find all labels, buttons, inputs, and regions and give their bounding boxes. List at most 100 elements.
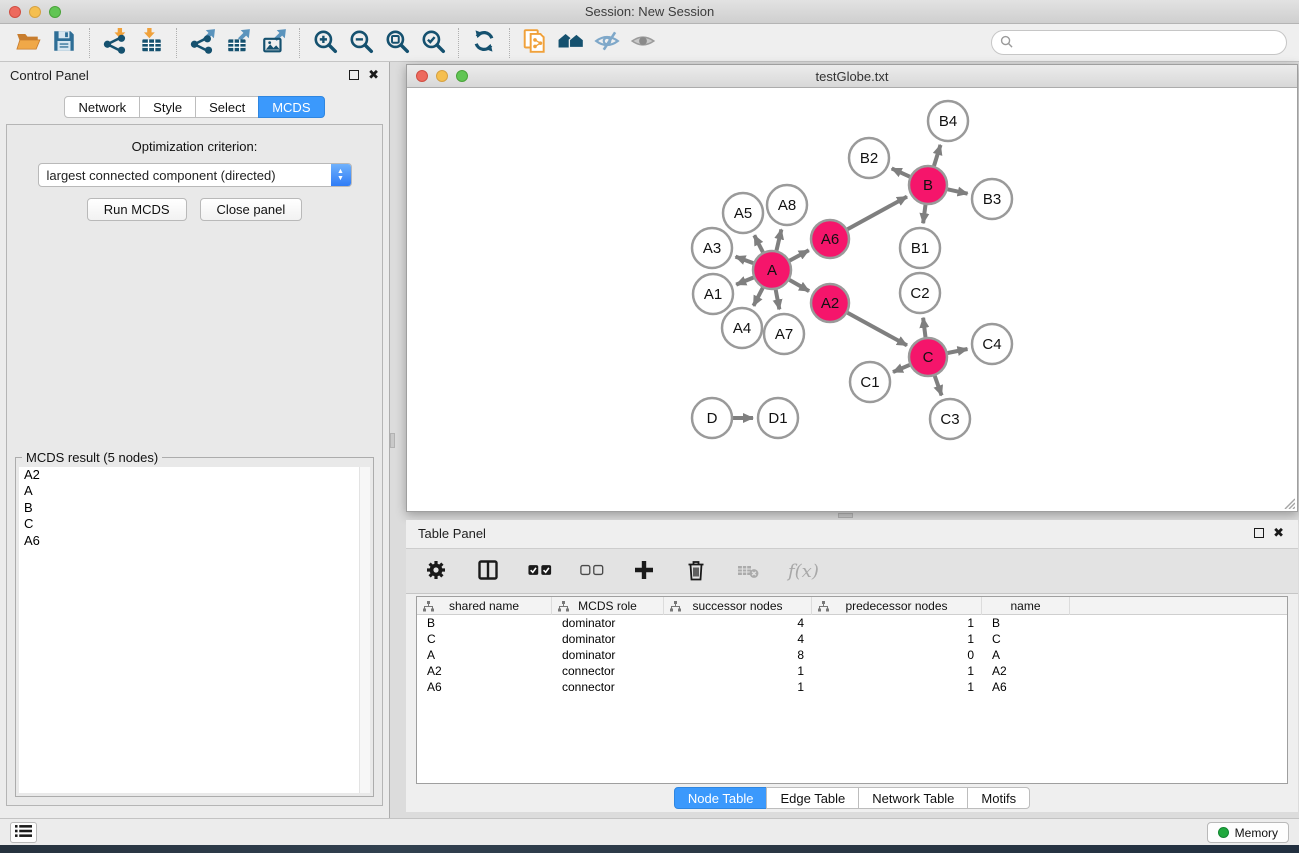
column-header-predecessor-nodes[interactable]: predecessor nodes (812, 597, 982, 615)
graph-edge-C-C4[interactable] (948, 349, 968, 353)
graph-edge-B-B4[interactable] (934, 145, 941, 166)
table-row[interactable]: Cdominator41C (417, 631, 1287, 647)
export-table-button[interactable] (220, 27, 256, 59)
graph-node-C[interactable]: C (909, 338, 947, 376)
delete-table-button[interactable] (736, 558, 760, 585)
graph-edge-B-B1[interactable] (923, 205, 925, 223)
graph-edge-A6-B[interactable] (848, 197, 908, 230)
close-network-button[interactable] (416, 70, 428, 82)
close-window-button[interactable] (9, 6, 21, 18)
mcds-result-item[interactable]: B (19, 500, 370, 516)
search-input[interactable] (1013, 35, 1286, 50)
float-table-panel-icon[interactable] (1254, 528, 1264, 538)
graph-node-A[interactable]: A (753, 251, 791, 289)
result-scrollbar[interactable] (359, 467, 370, 793)
select-all-button[interactable] (528, 558, 552, 585)
import-table-button[interactable] (133, 27, 169, 59)
graph-edge-A-A2[interactable] (789, 280, 809, 291)
column-header-name[interactable]: name (982, 597, 1070, 615)
graph-node-A7[interactable]: A7 (764, 314, 804, 354)
split-columns-button[interactable] (476, 558, 500, 585)
save-session-button[interactable] (46, 27, 82, 59)
zoom-network-button[interactable] (456, 70, 468, 82)
graph-edge-A-A6[interactable] (790, 250, 809, 260)
tab-select[interactable]: Select (195, 96, 259, 118)
graph-node-A3[interactable]: A3 (692, 228, 732, 268)
tab-style[interactable]: Style (139, 96, 196, 118)
export-network-button[interactable] (184, 27, 220, 59)
graph-edge-A2-C[interactable] (848, 313, 908, 346)
graph-node-A1[interactable]: A1 (693, 274, 733, 314)
graph-edge-A-A5[interactable] (754, 235, 763, 252)
graph-node-A2[interactable]: A2 (811, 284, 849, 322)
graph-node-B3[interactable]: B3 (972, 179, 1012, 219)
run-mcds-button[interactable]: Run MCDS (87, 198, 187, 221)
resize-grip-icon[interactable] (1281, 495, 1295, 509)
graph-node-C3[interactable]: C3 (930, 399, 970, 439)
graph-edge-C-C1[interactable] (893, 365, 910, 372)
table-row[interactable]: Adominator80A (417, 647, 1287, 663)
column-header-MCDS-role[interactable]: MCDS role (552, 597, 664, 615)
tab-network[interactable]: Network (64, 96, 140, 118)
tab-edge-table[interactable]: Edge Table (766, 787, 859, 809)
graph-edge-A-A3[interactable] (736, 257, 754, 264)
graph-edge-A-A4[interactable] (754, 288, 763, 306)
export-image-button[interactable] (256, 27, 292, 59)
tab-node-table[interactable]: Node Table (674, 787, 768, 809)
zoom-fit-button[interactable] (379, 27, 415, 59)
graph-node-C4[interactable]: C4 (972, 324, 1012, 364)
mcds-result-item[interactable]: C (19, 516, 370, 532)
graph-node-B4[interactable]: B4 (928, 101, 968, 141)
graph-edge-A-A1[interactable] (736, 278, 753, 285)
table-row[interactable]: A2connector11A2 (417, 663, 1287, 679)
graph-edge-A-A8[interactable] (777, 229, 782, 250)
function-builder-button[interactable]: f(x) (788, 561, 819, 582)
close-panel-button[interactable]: Close panel (200, 198, 303, 221)
zoom-window-button[interactable] (49, 6, 61, 18)
add-column-button[interactable] (632, 558, 656, 585)
deselect-all-button[interactable] (580, 558, 604, 585)
graph-edge-C-C3[interactable] (935, 376, 942, 396)
criterion-select[interactable]: largest connected component (directed) ▲… (38, 163, 352, 187)
graph-node-D[interactable]: D (692, 398, 732, 438)
graph-node-A8[interactable]: A8 (767, 185, 807, 225)
float-panel-icon[interactable] (349, 70, 359, 80)
graph-edge-B-B3[interactable] (948, 189, 968, 193)
tab-mcds[interactable]: MCDS (258, 96, 324, 118)
zoom-out-button[interactable] (343, 27, 379, 59)
close-table-panel-icon[interactable]: ✖ (1273, 528, 1284, 538)
close-panel-icon[interactable]: ✖ (368, 70, 379, 80)
home-button[interactable] (553, 27, 589, 59)
graph-node-A6[interactable]: A6 (811, 220, 849, 258)
zoom-selected-button[interactable] (415, 27, 451, 59)
minimize-window-button[interactable] (29, 6, 41, 18)
graph-node-C2[interactable]: C2 (900, 273, 940, 313)
column-header-successor-nodes[interactable]: successor nodes (664, 597, 812, 615)
graph-edge-B-B2[interactable] (892, 168, 910, 176)
show-selected-button[interactable] (625, 27, 661, 59)
table-row[interactable]: A6connector11A6 (417, 679, 1287, 695)
mcds-result-item[interactable]: A6 (19, 533, 370, 549)
graph-node-A5[interactable]: A5 (723, 193, 763, 233)
graph-node-D1[interactable]: D1 (758, 398, 798, 438)
vertical-splitter-handle[interactable] (390, 433, 395, 448)
graph-node-A4[interactable]: A4 (722, 308, 762, 348)
table-row[interactable]: Bdominator41B (417, 615, 1287, 631)
tab-motifs[interactable]: Motifs (967, 787, 1030, 809)
graph-node-C1[interactable]: C1 (850, 362, 890, 402)
network-canvas[interactable]: B4B2BB3A8A5A6A3B1AA1C2A2A4A7C4CC1C3DD1 (407, 89, 1297, 511)
hide-selected-button[interactable] (589, 27, 625, 59)
minimize-network-button[interactable] (436, 70, 448, 82)
table-settings-button[interactable] (424, 558, 448, 585)
horizontal-splitter-handle[interactable] (838, 513, 853, 518)
network-from-file-button[interactable] (517, 27, 553, 59)
graph-edge-C-C2[interactable] (923, 318, 925, 337)
zoom-in-button[interactable] (307, 27, 343, 59)
refresh-button[interactable] (466, 27, 502, 59)
tab-network-table[interactable]: Network Table (858, 787, 968, 809)
memory-button[interactable]: Memory (1207, 822, 1289, 843)
delete-column-button[interactable] (684, 558, 708, 585)
mcds-result-item[interactable]: A2 (19, 467, 370, 483)
mcds-result-item[interactable]: A (19, 483, 370, 499)
graph-node-B2[interactable]: B2 (849, 138, 889, 178)
